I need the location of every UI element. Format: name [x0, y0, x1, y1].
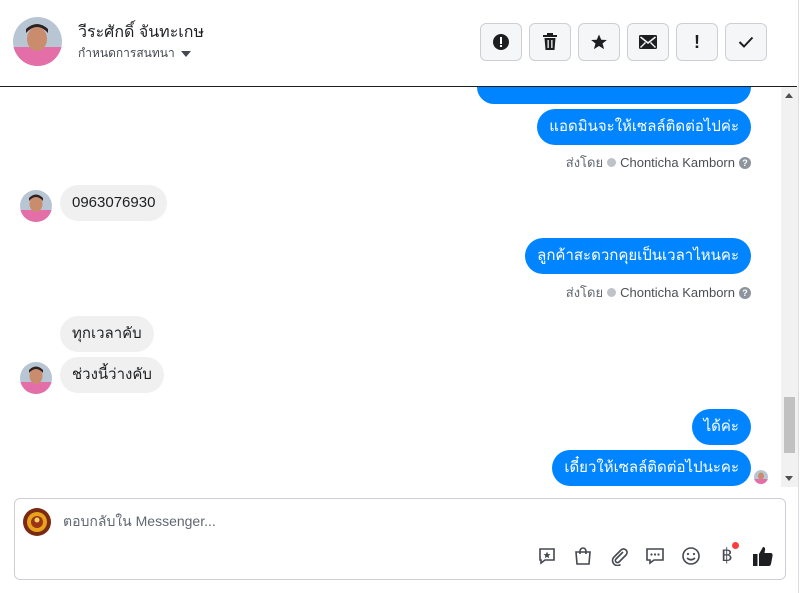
- page-avatar: [23, 508, 51, 536]
- contact-avatar[interactable]: [13, 17, 62, 66]
- alert-circle-icon: [492, 33, 510, 51]
- agent-name-link[interactable]: Chonticha Kamborn: [620, 285, 735, 300]
- check-icon: [738, 36, 754, 48]
- read-receipt-avatar: [754, 470, 768, 484]
- envelope-icon: [639, 35, 657, 49]
- sent-by-line: ส่งโดย Chonticha Kamborn ?: [566, 282, 751, 303]
- delete-button[interactable]: [529, 23, 571, 61]
- chat-bubbles-icon: [645, 546, 665, 566]
- shopping-bag-icon: [573, 546, 593, 566]
- message-bubble-clipped[interactable]: [477, 87, 751, 104]
- contact-name[interactable]: วีระศักดิ์ จันทะเกษ: [78, 20, 204, 45]
- quick-replies-button[interactable]: [643, 544, 667, 568]
- thumbs-up-icon: [752, 545, 774, 567]
- reply-composer: ฿: [14, 498, 786, 580]
- help-icon[interactable]: ?: [739, 286, 751, 299]
- star-button[interactable]: [578, 23, 620, 61]
- follow-up-button[interactable]: !: [676, 23, 718, 61]
- assign-conversation-dropdown[interactable]: กำหนดการสนทนา: [78, 44, 191, 63]
- message-bubble-outgoing[interactable]: ได้ค่ะ: [691, 409, 751, 445]
- message-bubble-incoming[interactable]: 0963076930: [60, 185, 168, 221]
- help-icon[interactable]: ?: [739, 156, 751, 169]
- sent-by-label: ส่งโดย: [565, 155, 604, 170]
- message-bubble-outgoing[interactable]: แอดมินจะให้เซลล์ติดต่อไปค่ะ: [537, 109, 751, 145]
- contact-avatar-small[interactable]: [20, 362, 52, 394]
- saved-reply-icon: [537, 546, 557, 566]
- message-bubble-outgoing[interactable]: เดี๋ยวให้เซลล์ติดต่อไปนะคะ: [552, 450, 751, 486]
- saved-reply-button[interactable]: [535, 544, 559, 568]
- message-thread[interactable]: แอดมินจะให้เซลล์ติดต่อไปค่ะ ส่งโดย Chont…: [0, 87, 781, 487]
- header-actions: !: [480, 23, 767, 61]
- mark-unread-button[interactable]: [627, 23, 669, 61]
- trash-icon: [542, 33, 558, 51]
- scroll-down-arrow-icon[interactable]: [785, 476, 793, 481]
- star-icon: [590, 33, 608, 51]
- like-button[interactable]: [751, 544, 775, 568]
- emoji-button[interactable]: [679, 544, 703, 568]
- message-bubble-incoming[interactable]: ทุกเวลาคับ: [60, 316, 154, 352]
- agent-name-link[interactable]: Chonticha Kamborn: [620, 155, 735, 170]
- reply-input[interactable]: [63, 513, 713, 529]
- sent-by-line: ส่งโดย Chonticha Kamborn ?: [566, 152, 751, 173]
- scrollbar-thumb[interactable]: [784, 397, 795, 453]
- agent-status-icon: [607, 288, 617, 297]
- mark-done-button[interactable]: [725, 23, 767, 61]
- composer-toolbar: ฿: [535, 542, 775, 568]
- contact-avatar-small[interactable]: [20, 190, 52, 222]
- panel-divider: [798, 0, 803, 593]
- notification-dot: [732, 542, 739, 549]
- scroll-up-arrow-icon[interactable]: [785, 93, 793, 98]
- sent-by-label: ส่งโดย: [565, 285, 604, 300]
- agent-status-icon: [607, 158, 617, 167]
- payment-button[interactable]: ฿: [715, 542, 739, 568]
- shop-button[interactable]: [571, 544, 595, 568]
- conversation-header: วีระศักดิ์ จันทะเกษ กำหนดการสนทนา !: [0, 0, 797, 87]
- assign-label: กำหนดการสนทนา: [78, 46, 175, 60]
- caret-down-icon: [180, 50, 191, 57]
- attach-button[interactable]: [607, 544, 631, 568]
- exclamation-icon: !: [694, 31, 700, 52]
- paperclip-icon: [609, 546, 629, 566]
- message-bubble-incoming[interactable]: ช่วงนี้ว่างคับ: [60, 357, 164, 393]
- baht-icon: ฿: [721, 545, 733, 566]
- message-bubble-outgoing[interactable]: ลูกค้าสะดวกคุยเป็นเวลาไหนคะ: [525, 238, 751, 274]
- smiley-icon: [681, 546, 701, 566]
- mark-spam-button[interactable]: [480, 23, 522, 61]
- thread-scrollbar[interactable]: [781, 87, 798, 487]
